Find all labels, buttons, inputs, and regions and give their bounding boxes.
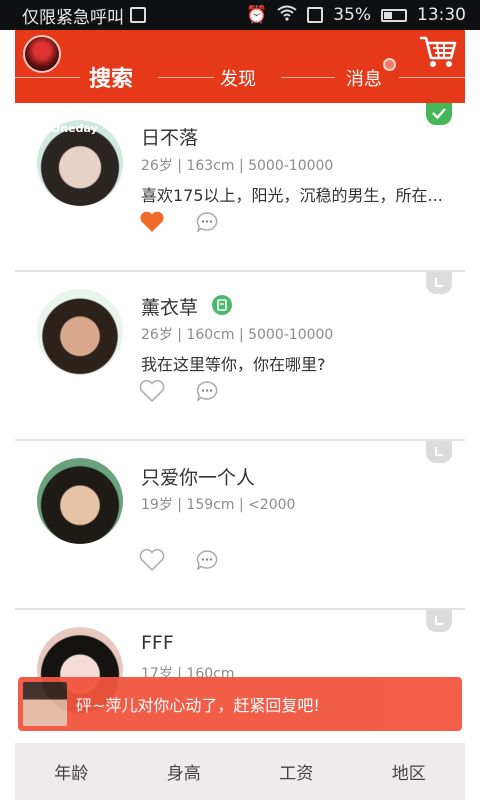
- filter-height[interactable]: 身高: [129, 759, 239, 784]
- profile-name: 只爱你一个人: [141, 467, 256, 489]
- like-heart-icon[interactable]: [139, 379, 165, 403]
- battery-icon: [381, 8, 407, 22]
- cart-icon[interactable]: [418, 34, 458, 70]
- profile-info: 19岁 | 159cm | <2000: [141, 497, 296, 513]
- alarm-icon: ⏰: [246, 5, 268, 25]
- my-avatar[interactable]: [23, 35, 61, 73]
- screenshot-icon: [130, 7, 146, 23]
- wifi-icon: [277, 5, 297, 26]
- profile-info: 26岁 | 163cm | 5000-10000: [141, 158, 334, 174]
- like-heart-icon[interactable]: [139, 548, 165, 572]
- profile-card[interactable]: 只爱你一个人 19岁 | 159cm | <2000: [15, 441, 465, 610]
- chat-icon[interactable]: [196, 381, 218, 402]
- profile-photo: [37, 289, 123, 375]
- notification-avatar: [23, 682, 67, 726]
- profile-bio: 我在这里等你，你在哪里?: [141, 355, 326, 374]
- divider-line: [15, 77, 80, 78]
- profile-name: FFF: [141, 632, 174, 654]
- filter-salary[interactable]: 工资: [241, 759, 351, 784]
- filter-bar: 年龄 身高 工资 地区: [15, 743, 465, 800]
- profile-photo: [37, 458, 123, 544]
- clock: 13:30: [417, 5, 466, 25]
- tab-messages[interactable]: 消息: [346, 67, 382, 93]
- profile-photo: Oneday: [37, 120, 123, 206]
- profile-info: 26岁 | 160cm | 5000-10000: [141, 327, 334, 343]
- chat-icon[interactable]: [196, 212, 218, 233]
- sim-icon: [307, 7, 324, 23]
- profile-card[interactable]: Oneday 日不落 26岁 | 163cm | 5000-10000 喜欢17…: [15, 103, 465, 272]
- notification-text: 砰~萍儿对你心动了，赶紧回复吧!: [76, 696, 320, 715]
- profile-list[interactable]: Oneday 日不落 26岁 | 163cm | 5000-10000 喜欢17…: [15, 103, 465, 743]
- divider-line: [281, 77, 335, 78]
- status-bar: 仅限紧急呼叫 ⏰ 35% 13:30: [0, 0, 480, 30]
- divider-line: [158, 77, 214, 78]
- carrier-text: 仅限紧急呼叫: [22, 7, 124, 28]
- battery-percent: 35%: [333, 5, 371, 25]
- like-heart-icon[interactable]: [139, 211, 165, 233]
- checked-badge-icon: [426, 103, 452, 125]
- unread-dot: [383, 58, 396, 71]
- chat-icon[interactable]: [196, 550, 218, 571]
- photo-caption: Oneday: [51, 122, 98, 135]
- tab-search[interactable]: 搜索: [89, 67, 133, 93]
- profile-name: 日不落: [141, 127, 199, 149]
- tab-discover[interactable]: 发现: [220, 67, 256, 93]
- profile-card[interactable]: 薰衣草 26岁 | 160cm | 5000-10000 我在这里等你，你在哪里…: [15, 272, 465, 441]
- profile-bio: 喜欢175以上，阳光，沉稳的男生，所在...: [141, 186, 443, 205]
- verified-badge-icon: [212, 295, 232, 315]
- corner-tag-icon: [426, 610, 452, 632]
- filter-age[interactable]: 年龄: [16, 759, 126, 784]
- filter-region[interactable]: 地区: [354, 759, 464, 784]
- app-header: 搜索 发现 消息: [15, 30, 465, 103]
- divider-line: [399, 77, 465, 78]
- profile-name: 薰衣草: [141, 297, 199, 319]
- corner-tag-icon: [426, 272, 452, 294]
- like-notification-toast[interactable]: 砰~萍儿对你心动了，赶紧回复吧!: [18, 677, 462, 731]
- corner-tag-icon: [426, 441, 452, 463]
